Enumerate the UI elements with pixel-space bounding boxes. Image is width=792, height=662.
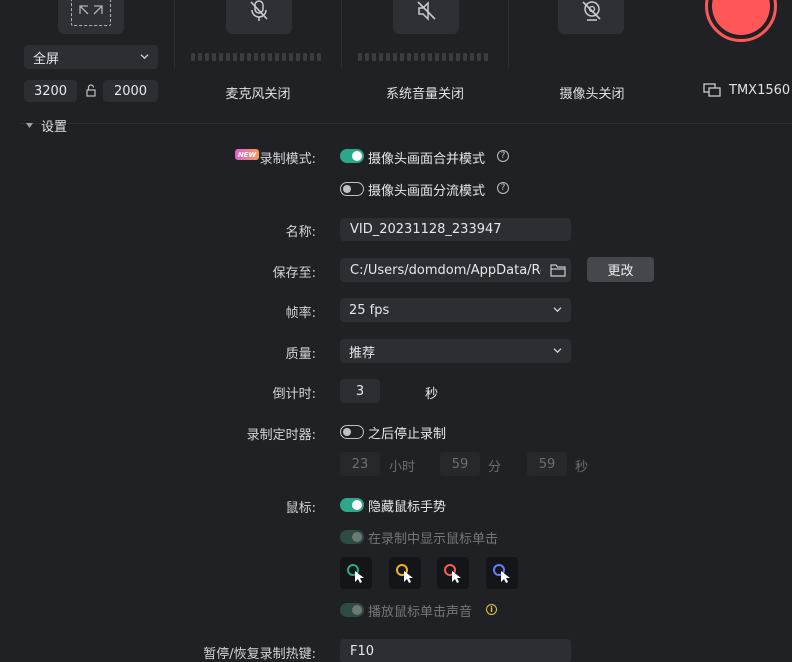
separator	[508, 0, 509, 68]
lock-ratio-icon[interactable]	[85, 84, 97, 98]
monitor-icon	[703, 83, 721, 97]
settings-title: 设置	[41, 120, 68, 135]
system-audio-toggle[interactable]	[393, 0, 459, 34]
frame-rate-value: 25 fps	[349, 302, 390, 318]
cursor-click-icon	[493, 564, 510, 583]
split-mode-text: 摄像头画面分流模式	[368, 184, 486, 199]
countdown-label: 倒计时:	[272, 387, 316, 402]
show-clicks-text: 在录制中显示鼠标单击	[368, 532, 499, 547]
separator	[174, 0, 175, 68]
timer-label: 录制定时器:	[246, 428, 316, 443]
frame-rate-dropdown[interactable]: 25 fps	[340, 298, 571, 322]
cursor-click-icon	[347, 564, 364, 583]
monitor-selector[interactable]: TMX1560	[703, 83, 790, 98]
change-path-button[interactable]: 更改	[587, 257, 654, 282]
camera-toggle[interactable]	[558, 0, 624, 34]
timer-hours-input[interactable]: 23	[340, 452, 380, 476]
height-value: 2000	[113, 83, 148, 99]
stop-after-text: 之后停止录制	[368, 427, 447, 442]
speaker-off-icon	[417, 1, 436, 21]
timer-minutes-input[interactable]: 59	[440, 452, 480, 476]
capture-mode-dropdown[interactable]: 全屏	[24, 45, 158, 69]
timer-minutes-value: 59	[451, 456, 469, 472]
file-name-input[interactable]: VID_20231128_233947	[340, 218, 571, 241]
new-badge: NEW	[235, 149, 259, 160]
info-icon[interactable]: i	[486, 604, 497, 615]
chevron-down-icon	[553, 307, 562, 313]
minutes-unit: 分	[488, 460, 502, 475]
timer-seconds-input[interactable]: 59	[527, 452, 567, 476]
cursor-click-icon	[396, 564, 413, 583]
stop-after-toggle[interactable]	[340, 425, 364, 439]
mic-level-meter	[191, 53, 321, 61]
seconds-unit: 秒	[575, 460, 589, 475]
merge-mode-text: 摄像头画面合并模式	[368, 152, 486, 167]
divider	[20, 123, 792, 124]
width-value: 3200	[33, 83, 68, 99]
folder-icon[interactable]	[550, 263, 566, 277]
frame-rate-label: 帧率:	[285, 306, 316, 321]
countdown-unit: 秒	[425, 387, 439, 402]
hide-cursor-toggle[interactable]	[340, 498, 364, 512]
monitor-label: TMX1560	[729, 83, 791, 98]
hours-unit: 小时	[389, 460, 416, 475]
camera-off-icon	[582, 1, 601, 21]
capture-toolbar: 全屏 3200 2000 麦克风关闭 系统音量关闭 摄像头关闭 TMX1560	[0, 0, 792, 108]
caret-down-icon	[26, 122, 33, 128]
mic-off-icon	[250, 0, 268, 21]
cursor-click-icon	[444, 564, 461, 583]
record-button[interactable]	[705, 0, 777, 42]
help-icon[interactable]: ?	[497, 150, 509, 162]
width-input[interactable]: 3200	[24, 80, 77, 102]
split-mode-toggle[interactable]	[340, 182, 364, 196]
record-dot	[712, 0, 770, 35]
quality-label: 质量:	[285, 347, 316, 362]
help-icon[interactable]: ?	[497, 182, 509, 194]
save-to-label: 保存至:	[272, 266, 316, 281]
click-sound-toggle[interactable]	[340, 603, 364, 617]
height-input[interactable]: 2000	[103, 80, 158, 102]
record-mode-label: 录制模式:	[259, 152, 316, 167]
system-audio-label: 系统音量关闭	[385, 87, 464, 102]
fullscreen-source-button[interactable]	[58, 0, 124, 34]
file-name-value: VID_20231128_233947	[350, 222, 502, 237]
save-path-value: C:/Users/domdom/AppData/Roaming	[350, 262, 541, 278]
quality-value: 推荐	[349, 345, 376, 361]
cursor-style-red[interactable]	[437, 557, 469, 589]
save-path-input[interactable]: C:/Users/domdom/AppData/Roaming	[340, 258, 571, 282]
cursor-style-blue[interactable]	[486, 557, 518, 589]
mic-label: 麦克风关闭	[225, 87, 291, 102]
hide-cursor-text: 隐藏鼠标手势	[368, 500, 447, 515]
mouse-label: 鼠标:	[285, 501, 316, 516]
hotkey-input[interactable]: F10	[340, 639, 571, 662]
capture-mode-value: 全屏	[33, 51, 60, 67]
microphone-toggle[interactable]	[226, 0, 292, 34]
separator	[341, 0, 342, 68]
chevron-down-icon	[553, 348, 562, 354]
countdown-value: 3	[355, 383, 365, 399]
fullscreen-icon	[71, 0, 111, 26]
camera-label: 摄像头关闭	[559, 87, 625, 102]
name-label: 名称:	[285, 225, 316, 240]
hotkey-value: F10	[350, 643, 375, 659]
settings-section-toggle[interactable]: 设置	[26, 116, 67, 135]
timer-hours-value: 23	[351, 456, 369, 472]
countdown-input[interactable]: 3	[340, 379, 380, 403]
cursor-style-green[interactable]	[340, 557, 372, 589]
quality-dropdown[interactable]: 推荐	[340, 339, 571, 363]
chevron-down-icon	[140, 54, 149, 60]
hotkey-label: 暂停/恢复录制热键:	[203, 647, 316, 662]
show-clicks-toggle[interactable]	[340, 530, 364, 544]
merge-mode-toggle[interactable]	[340, 149, 364, 163]
system-audio-level-meter	[358, 53, 488, 61]
cursor-style-yellow[interactable]	[389, 557, 421, 589]
click-sound-text: 播放鼠标单击声音	[368, 605, 473, 620]
timer-seconds-value: 59	[538, 456, 556, 472]
